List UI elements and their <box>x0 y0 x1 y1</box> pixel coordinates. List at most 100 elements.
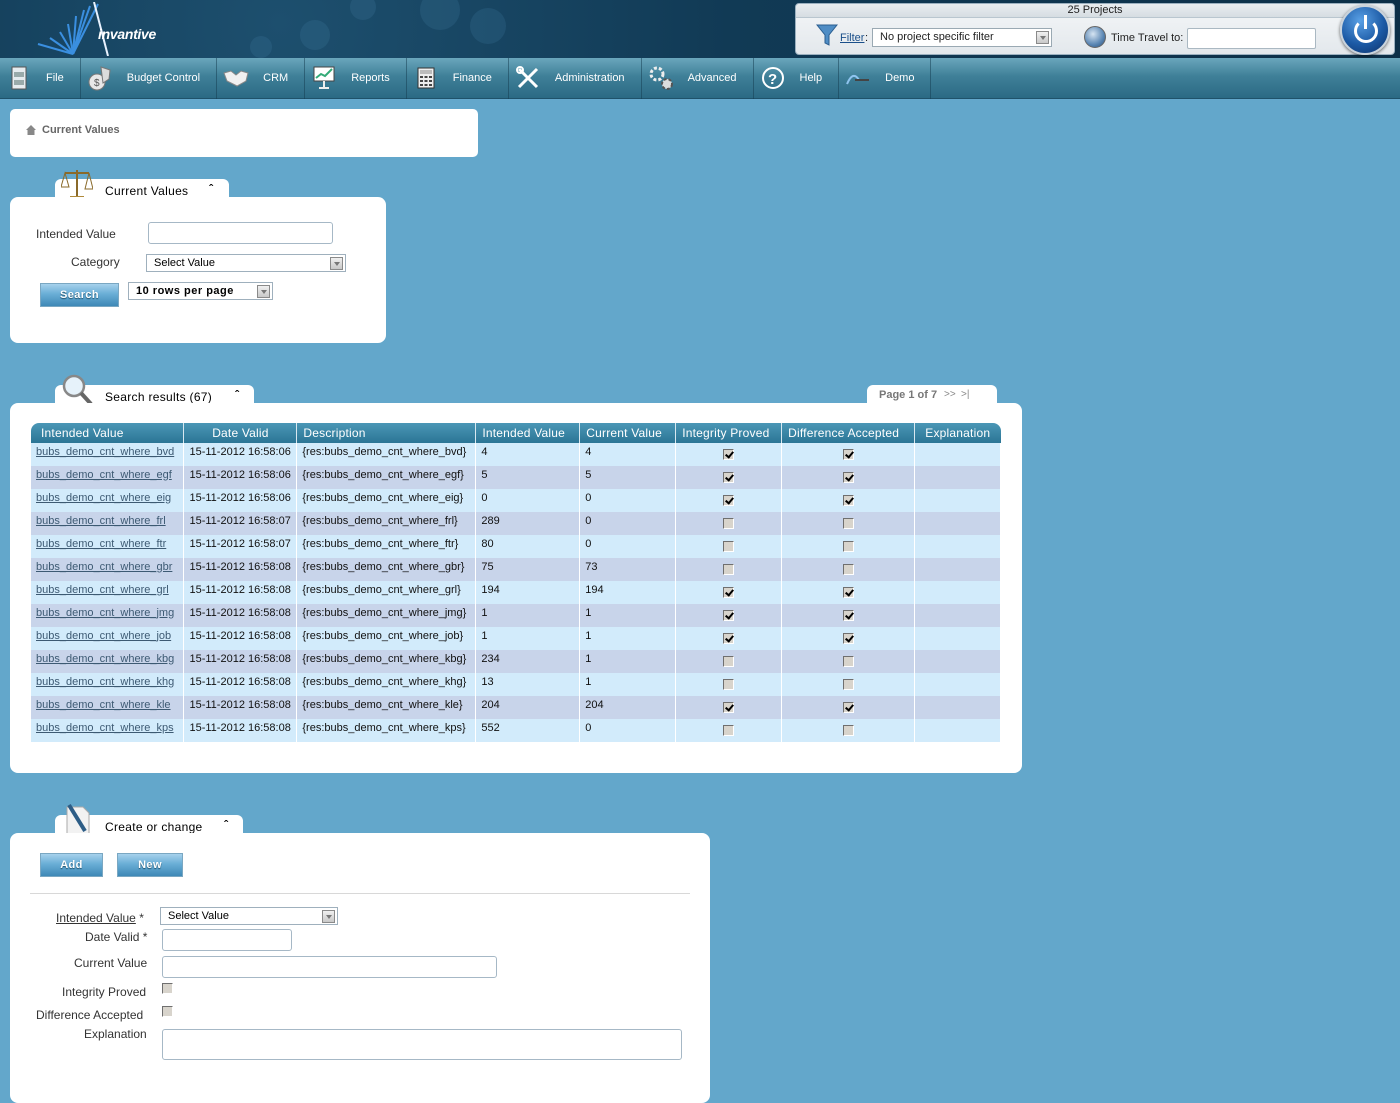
checked-checkbox[interactable] <box>723 610 735 622</box>
intended-value-link[interactable]: bubs_demo_cnt_where_khg <box>36 676 174 688</box>
dropdown-arrow-icon[interactable] <box>330 257 343 270</box>
unchecked-checkbox[interactable] <box>723 725 735 737</box>
category-select[interactable]: Select Value <box>146 254 346 272</box>
table-row[interactable]: bubs_demo_cnt_where_kbg 15-11-2012 16:58:… <box>31 650 1001 673</box>
intended-value-link[interactable]: bubs_demo_cnt_where_egf <box>36 469 172 481</box>
checked-checkbox[interactable] <box>723 633 735 645</box>
menu-item-reports[interactable]: Reports <box>305 57 407 99</box>
collapse-chevron-icon[interactable]: ˆ <box>224 818 228 832</box>
checked-checkbox[interactable] <box>723 702 735 714</box>
power-logout-icon[interactable] <box>1340 5 1390 55</box>
unchecked-checkbox[interactable] <box>842 564 854 576</box>
current-value-input[interactable] <box>162 956 497 978</box>
intended-value-link[interactable]: bubs_demo_cnt_where_jmg <box>36 607 174 619</box>
column-header-date-valid[interactable]: Date Valid <box>183 423 298 443</box>
menu-item-advanced[interactable]: Advanced <box>642 57 754 99</box>
table-row[interactable]: bubs_demo_cnt_where_jmg 15-11-2012 16:58:… <box>31 604 1001 627</box>
unchecked-checkbox[interactable] <box>842 725 854 737</box>
unchecked-checkbox[interactable] <box>842 656 854 668</box>
menu-item-file[interactable]: File <box>0 57 81 99</box>
intended-value-link[interactable]: bubs_demo_cnt_where_gbr <box>36 561 172 573</box>
intended-value-link[interactable]: bubs_demo_cnt_where_frl <box>36 515 166 527</box>
project-filter-select[interactable]: No project specific filter <box>872 28 1052 47</box>
difference-accepted-checkbox[interactable] <box>162 1006 173 1017</box>
menu-item-finance[interactable]: Finance <box>407 57 509 99</box>
checked-checkbox[interactable] <box>842 633 854 645</box>
collapse-chevron-icon[interactable]: ˆ <box>235 388 239 402</box>
integrity-proved-checkbox[interactable] <box>162 983 173 994</box>
column-header-integrity-proved[interactable]: Integrity Proved <box>675 423 783 443</box>
menu-item-help[interactable]: ? Help <box>754 57 840 99</box>
invantive-logo[interactable]: invantive <box>28 1 158 57</box>
checked-checkbox[interactable] <box>842 495 854 507</box>
intended-value-link[interactable]: bubs_demo_cnt_where_kle <box>36 699 171 711</box>
checked-checkbox[interactable] <box>842 610 854 622</box>
unchecked-checkbox[interactable] <box>842 541 854 553</box>
collapse-chevron-icon[interactable]: ˆ <box>209 182 213 196</box>
intended-value-link[interactable]: bubs_demo_cnt_where_grl <box>36 584 169 596</box>
magnifier-icon <box>62 374 93 406</box>
checked-checkbox[interactable] <box>842 702 854 714</box>
intended-value-link[interactable]: bubs_demo_cnt_where_kbg <box>36 653 174 665</box>
next-page-link[interactable]: >> <box>944 389 956 400</box>
intended-value-link[interactable]: bubs_demo_cnt_where_ftr <box>36 538 166 550</box>
time-travel-input[interactable] <box>1187 28 1316 49</box>
unchecked-checkbox[interactable] <box>842 518 854 530</box>
home-icon[interactable] <box>26 125 36 135</box>
table-row[interactable]: bubs_demo_cnt_where_grl 15-11-2012 16:58:… <box>31 581 1001 604</box>
column-header-intended-value-number[interactable]: Intended Value <box>475 423 581 443</box>
search-button[interactable]: Search <box>40 283 119 307</box>
cell-date-valid: 15-11-2012 16:58:06 <box>183 489 298 512</box>
intended-value-select[interactable]: Select Value <box>160 907 338 925</box>
intended-value-link[interactable]: bubs_demo_cnt_where_bvd <box>36 446 174 458</box>
checked-checkbox[interactable] <box>842 587 854 599</box>
table-row[interactable]: bubs_demo_cnt_where_eig 15-11-2012 16:58:… <box>31 489 1001 512</box>
column-header-difference-accepted[interactable]: Difference Accepted <box>781 423 915 443</box>
last-page-link[interactable]: >| <box>961 389 969 400</box>
dropdown-arrow-icon[interactable] <box>1036 31 1049 44</box>
new-button[interactable]: New <box>117 853 183 877</box>
explanation-textarea[interactable] <box>162 1029 682 1060</box>
table-row[interactable]: bubs_demo_cnt_where_bvd 15-11-2012 16:58:… <box>31 443 1001 466</box>
checked-checkbox[interactable] <box>842 449 854 461</box>
column-header-description[interactable]: Description <box>296 423 477 443</box>
column-header-explanation[interactable]: Explanation <box>914 423 1001 443</box>
intended-value-link[interactable]: bubs_demo_cnt_where_job <box>36 630 171 642</box>
menu-item-crm[interactable]: CRM <box>217 57 306 99</box>
intended-value-link[interactable]: Intended Value <box>56 911 136 925</box>
column-header-intended-value[interactable]: Intended Value <box>31 423 185 443</box>
dropdown-arrow-icon[interactable] <box>257 285 270 298</box>
menu-item-demo[interactable]: Demo <box>839 57 932 99</box>
date-valid-input[interactable] <box>162 929 292 951</box>
table-row[interactable]: bubs_demo_cnt_where_job 15-11-2012 16:58:… <box>31 627 1001 650</box>
unchecked-checkbox[interactable] <box>723 541 735 553</box>
dropdown-arrow-icon[interactable] <box>322 910 335 923</box>
add-button[interactable]: Add <box>40 853 103 877</box>
intended-value-input[interactable] <box>148 222 333 244</box>
rows-per-page-select[interactable]: 10 rows per page <box>128 282 273 300</box>
table-row[interactable]: bubs_demo_cnt_where_frl 15-11-2012 16:58:… <box>31 512 1001 535</box>
unchecked-checkbox[interactable] <box>723 679 735 691</box>
column-header-current-value[interactable]: Current Value <box>579 423 677 443</box>
checked-checkbox[interactable] <box>723 449 735 461</box>
checked-checkbox[interactable] <box>842 472 854 484</box>
table-row[interactable]: bubs_demo_cnt_where_ftr 15-11-2012 16:58:… <box>31 535 1001 558</box>
unchecked-checkbox[interactable] <box>723 656 735 668</box>
intended-value-link[interactable]: bubs_demo_cnt_where_eig <box>36 492 171 504</box>
intended-value-link[interactable]: bubs_demo_cnt_where_kps <box>36 722 174 734</box>
filter-link[interactable]: Filter <box>840 32 864 44</box>
table-row[interactable]: bubs_demo_cnt_where_kps 15-11-2012 16:58:… <box>31 719 1001 742</box>
cell-explanation <box>914 535 1001 558</box>
table-row[interactable]: bubs_demo_cnt_where_egf 15-11-2012 16:58:… <box>31 466 1001 489</box>
checked-checkbox[interactable] <box>723 495 735 507</box>
unchecked-checkbox[interactable] <box>723 518 735 530</box>
menu-item-administration[interactable]: Administration <box>509 57 642 99</box>
menu-item-budget-control[interactable]: $ Budget Control <box>81 57 218 99</box>
table-row[interactable]: bubs_demo_cnt_where_khg 15-11-2012 16:58:… <box>31 673 1001 696</box>
checked-checkbox[interactable] <box>723 587 735 599</box>
unchecked-checkbox[interactable] <box>723 564 735 576</box>
table-row[interactable]: bubs_demo_cnt_where_gbr 15-11-2012 16:58:… <box>31 558 1001 581</box>
table-row[interactable]: bubs_demo_cnt_where_kle 15-11-2012 16:58:… <box>31 696 1001 719</box>
checked-checkbox[interactable] <box>723 472 735 484</box>
unchecked-checkbox[interactable] <box>842 679 854 691</box>
